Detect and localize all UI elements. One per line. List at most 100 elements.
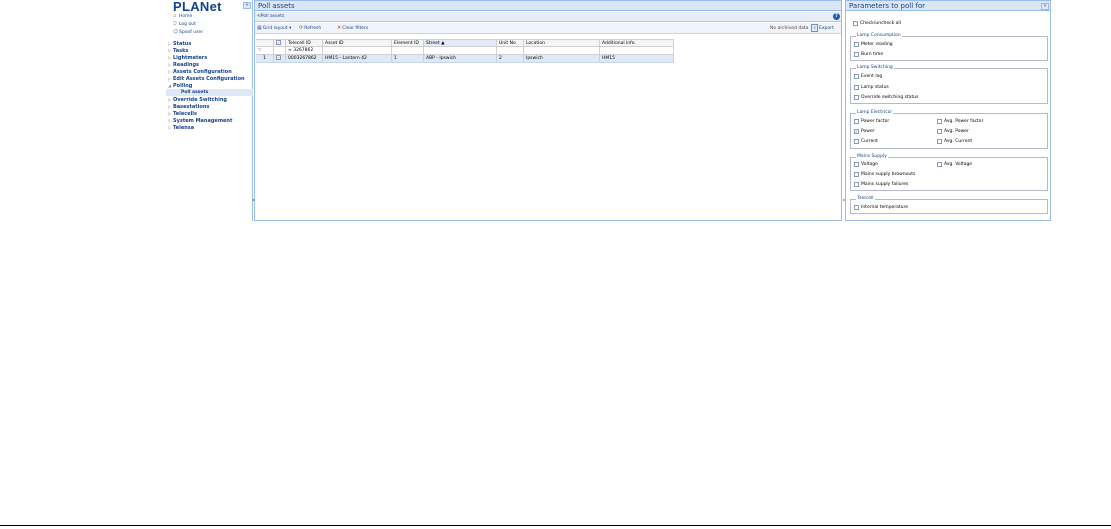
tab-bar: ⟲Poll assets ? <box>255 12 841 22</box>
sidebar-item-override-switching[interactable]: ▷ Override Switching <box>166 96 253 103</box>
fieldset-telecell: Telecell Internal temperature <box>850 196 1048 214</box>
cell-telecell-id: 0003267862 <box>286 55 323 62</box>
location-filter-input[interactable] <box>524 47 600 54</box>
sidebar-item-assets-configuration[interactable]: ▷ Assets Configuration <box>166 68 253 75</box>
refresh-button[interactable]: ⟳ Refresh <box>299 25 321 31</box>
column-header-rownum <box>256 40 274 46</box>
parameters-panel: Parameters to poll for » Check/uncheck a… <box>845 0 1051 221</box>
internal-temperature-checkbox[interactable]: Internal temperature <box>854 204 908 211</box>
row-checkbox[interactable]: ✓ <box>276 55 281 60</box>
power-factor-checkbox[interactable]: Power factor <box>854 118 889 125</box>
unit-no-filter-input[interactable] <box>497 47 524 54</box>
table-row[interactable]: 1 ✓ 0003267862 HM15 - Lantern 42 1 ABP -… <box>256 55 674 63</box>
burn-time-checkbox[interactable]: Burn time <box>854 51 883 58</box>
checkbox[interactable] <box>854 162 859 167</box>
column-header-telecell-id[interactable]: Telecell ID <box>286 40 323 46</box>
grid-toolbar: ▦ Grid layout ▾ ⟳ Refresh ✕ Clear filters N… <box>255 23 841 34</box>
mains-supply-failures-checkbox[interactable]: Mains supply failures <box>854 181 908 188</box>
expand-arrow-icon: ▷ <box>167 111 172 116</box>
checkbox[interactable] <box>854 85 859 90</box>
telecell-id-filter-input[interactable]: ≈ 3267862 <box>286 47 323 54</box>
grid-layout-button[interactable]: ▦ Grid layout ▾ <box>257 25 291 31</box>
spoof-user-link[interactable]: ☺ Spoof user <box>173 29 203 35</box>
checkbox-label: Avg. Power <box>944 129 969 134</box>
checkbox[interactable] <box>854 95 859 100</box>
checkbox[interactable] <box>854 42 859 47</box>
home-link[interactable]: ⌂ Home <box>173 13 192 19</box>
left-splitter-handle[interactable]: ◂ <box>252 197 254 202</box>
lamp-status-checkbox[interactable]: Lamp status <box>854 84 889 91</box>
checkbox[interactable] <box>854 205 859 210</box>
avg-current-checkbox[interactable]: Avg. Current <box>937 138 972 145</box>
column-header-select[interactable]: ✓ <box>274 40 286 46</box>
clear-filters-button[interactable]: ✕ Clear filters <box>337 25 368 31</box>
power-checkbox[interactable]: ✓ Power <box>854 128 875 135</box>
checkbox[interactable] <box>854 119 859 124</box>
cell-element-id: 1 <box>392 55 424 62</box>
checkbox[interactable] <box>854 139 859 144</box>
cell-street: ABP - Ipswich <box>424 55 497 62</box>
checkbox[interactable] <box>937 162 942 167</box>
sidebar-item-basestations[interactable]: ▷ Basestations <box>166 103 253 110</box>
mains-supply-brownouts-checkbox[interactable]: Mains supply brownouts <box>854 171 915 178</box>
sidebar-item-label: Telensa <box>173 124 195 131</box>
row-select-cell[interactable]: ✓ <box>274 55 286 62</box>
current-checkbox[interactable]: Current <box>854 138 878 145</box>
sidebar-item-poll-assets[interactable]: Poll assets <box>166 89 253 96</box>
column-header-unit-no[interactable]: Unit No <box>497 40 524 46</box>
help-icon[interactable]: ? <box>833 13 840 20</box>
filter-icon[interactable]: ▽ <box>256 47 274 54</box>
checkbox[interactable] <box>937 129 942 134</box>
checkbox-label: Mains supply brownouts <box>861 172 916 177</box>
sidebar-item-readings[interactable]: ▷ Readings <box>166 61 253 68</box>
checkbox[interactable] <box>853 21 858 26</box>
spoof-user-link-label: Spoof user <box>179 29 204 35</box>
logout-link[interactable]: ⎋ Log out <box>173 21 196 27</box>
meter-reading-checkbox[interactable]: Meter reading <box>854 41 893 48</box>
asset-id-filter-input[interactable] <box>323 47 392 54</box>
checkbox[interactable] <box>854 74 859 79</box>
check-all-checkbox[interactable]: Check/uncheck all <box>853 20 901 27</box>
sidebar-item-system-management[interactable]: ▷ System Management <box>166 117 253 124</box>
page-title: Poll assets <box>255 1 841 11</box>
sidebar-item-status[interactable]: ▷ Status <box>166 40 253 47</box>
column-header-location[interactable]: Location <box>524 40 600 46</box>
logout-icon: ⎋ <box>173 20 177 27</box>
sidebar-item-telecells[interactable]: ▷ Telecells <box>166 110 253 117</box>
additional-info-filter-input[interactable] <box>600 47 674 54</box>
checkbox-label: Event log <box>861 74 883 79</box>
sidebar-item-edit-assets-configuration[interactable]: ▷ Edit Assets Configuration <box>166 75 253 82</box>
column-header-asset-id[interactable]: Asset ID <box>323 40 392 46</box>
voltage-checkbox[interactable]: Voltage <box>854 161 878 168</box>
collapse-parameters-button[interactable]: » <box>1041 3 1049 10</box>
avg-power-checkbox[interactable]: Avg. Power <box>937 128 969 135</box>
tab-poll-assets[interactable]: ⟲Poll assets <box>257 14 284 19</box>
event-log-checkbox[interactable]: Event log <box>854 73 882 80</box>
export-button[interactable]: ⇩ Export <box>811 24 834 32</box>
fieldset-legend: Lamp Consumption <box>856 33 902 38</box>
checkbox[interactable] <box>937 139 942 144</box>
collapse-sidebar-button[interactable]: « <box>243 2 251 9</box>
select-all-checkbox[interactable]: ✓ <box>276 40 281 45</box>
column-header-street[interactable]: Street ▲ <box>424 40 497 46</box>
street-filter-input[interactable] <box>424 47 497 54</box>
avg-power-factor-checkbox[interactable]: Avg. Power factor <box>937 118 983 125</box>
checkbox[interactable] <box>854 172 859 177</box>
sidebar-item-tasks[interactable]: ▷ Tasks <box>166 47 253 54</box>
export-label: Export <box>819 25 834 31</box>
cell-additional-info: HM15 <box>600 55 674 62</box>
expand-arrow-icon: ▷ <box>167 125 172 130</box>
sidebar-item-polling[interactable]: ◢ Polling <box>166 82 253 89</box>
sidebar-item-telensa[interactable]: ▷ Telensa <box>166 124 253 131</box>
sidebar-item-lightmeters[interactable]: ▷ Lightmeters <box>166 54 253 61</box>
checkbox-checked[interactable]: ✓ <box>854 129 859 134</box>
column-header-element-id[interactable]: Element ID <box>392 40 424 46</box>
column-header-additional-info[interactable]: Additional info. <box>600 40 674 46</box>
checkbox[interactable] <box>937 119 942 124</box>
element-id-filter-input[interactable] <box>392 47 424 54</box>
collapse-arrow-icon: ◢ <box>167 83 172 88</box>
checkbox[interactable] <box>854 52 859 57</box>
override-switching-status-checkbox[interactable]: Override switching status <box>854 94 918 101</box>
checkbox[interactable] <box>854 182 859 187</box>
avg-voltage-checkbox[interactable]: Avg. Voltage <box>937 161 972 168</box>
